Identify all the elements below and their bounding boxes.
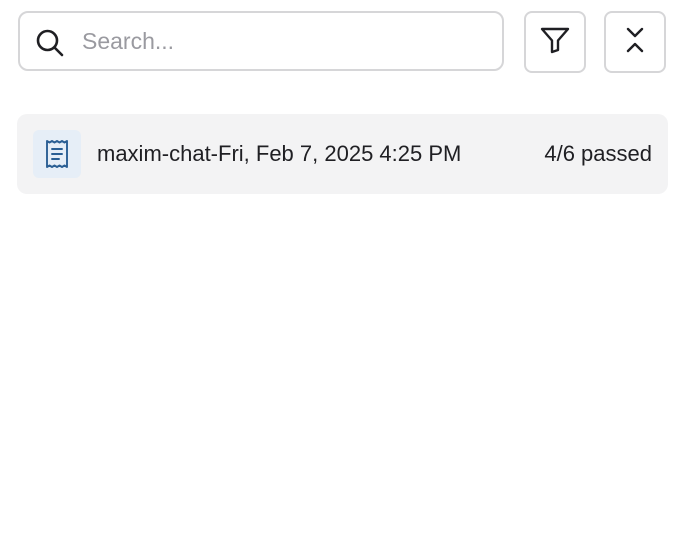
- run-pass-status: 4/6 passed: [544, 141, 652, 166]
- list-item[interactable]: maxim-chat-Fri, Feb 7, 2025 4:25 PM 4/6 …: [17, 114, 668, 194]
- collapse-icon: [624, 25, 646, 60]
- runs-panel: maxim-chat-Fri, Feb 7, 2025 4:25 PM 4/6 …: [0, 0, 684, 540]
- toolbar: [18, 11, 668, 73]
- run-name: maxim-chat-Fri, Feb 7, 2025 4:25 PM: [97, 141, 462, 166]
- receipt-document-icon: [33, 130, 81, 178]
- search-icon: [35, 28, 65, 58]
- collapse-all-button[interactable]: [604, 11, 666, 73]
- filter-icon: [540, 26, 570, 59]
- search-box[interactable]: [18, 11, 504, 71]
- filter-button[interactable]: [524, 11, 586, 73]
- search-input[interactable]: [82, 21, 482, 61]
